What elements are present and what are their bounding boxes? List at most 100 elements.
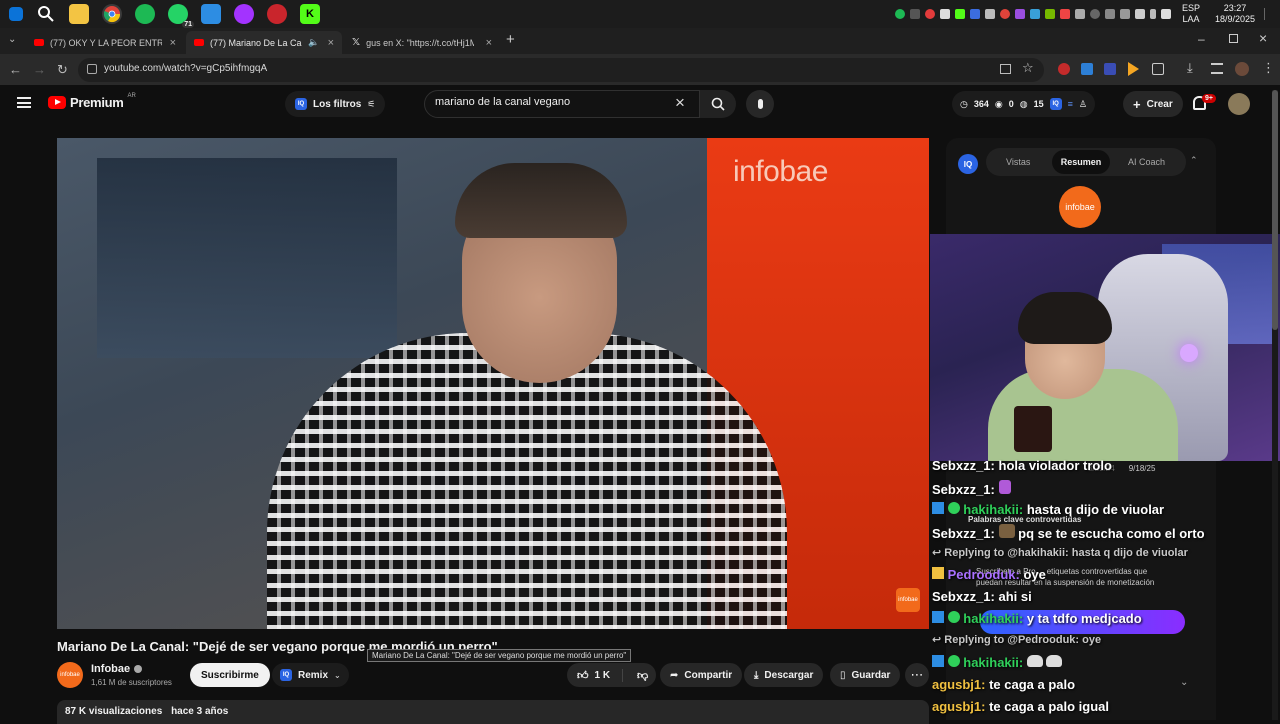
chat-username: hakihakii: xyxy=(963,655,1024,670)
chat-tray-icon[interactable] xyxy=(969,9,980,19)
spotify-icon[interactable] xyxy=(135,4,155,24)
video-player[interactable]: infobae infobae xyxy=(57,138,929,629)
page-scrollbar[interactable] xyxy=(1272,90,1278,720)
new-tab-button[interactable]: + xyxy=(506,31,515,48)
subscribe-button[interactable]: Suscribirme xyxy=(190,663,270,687)
notification-icon[interactable] xyxy=(1264,8,1272,20)
panel-tab-vistas[interactable]: Vistas xyxy=(1006,157,1030,167)
lang-primary: ESP xyxy=(1181,3,1200,13)
search-button[interactable] xyxy=(700,90,736,118)
search-input[interactable] xyxy=(435,96,665,108)
panel-tab-label: Resumen xyxy=(1060,157,1102,167)
search-icon[interactable] xyxy=(36,4,56,24)
nvidia-tray-icon[interactable] xyxy=(1044,9,1055,19)
clock[interactable]: 23:27 18/9/2025 xyxy=(1215,3,1255,25)
profile-avatar[interactable] xyxy=(1235,62,1249,76)
alert-tray-icon[interactable] xyxy=(1059,9,1070,19)
monitor-tray-icon[interactable] xyxy=(1119,9,1130,19)
close-tab-icon[interactable]: × xyxy=(328,37,334,49)
install-app-icon[interactable] xyxy=(1000,64,1011,74)
vidiq-stats[interactable]: ◷ 364 ◉ 0 ◍ 15 IQ ≡ ♙ xyxy=(952,91,1095,117)
account-avatar[interactable] xyxy=(1228,93,1250,115)
extension-adblock-icon[interactable] xyxy=(1058,63,1070,75)
audio-playing-icon[interactable]: 🔈 xyxy=(308,37,319,48)
channel-name-row[interactable]: Infobae xyxy=(91,663,143,675)
youtube-favicon-icon xyxy=(34,39,44,46)
tab-oky[interactable]: (77) OKY Y LA PEOR ENTREVISTA × xyxy=(26,31,184,54)
steam-tray-icon[interactable] xyxy=(1089,9,1100,19)
extension-play-icon[interactable] xyxy=(1128,62,1139,76)
tab-x-gus[interactable]: 𝕏 gus en X: "https://t.co/tHj1MdT × xyxy=(344,31,500,54)
display-tray-icon[interactable] xyxy=(984,9,995,19)
chrome-tray-icon[interactable] xyxy=(999,9,1010,19)
youtube-premium-logo[interactable]: Premium AR xyxy=(48,93,136,110)
language-indicator[interactable]: ESP LAA xyxy=(1182,3,1200,25)
minimize-button[interactable]: – xyxy=(1198,32,1205,46)
reading-list-icon[interactable] xyxy=(1211,63,1223,74)
panel-tab-resumen[interactable]: Resumen xyxy=(1052,150,1110,174)
site-info-icon[interactable] xyxy=(87,64,97,74)
extensions-puzzle-icon[interactable] xyxy=(1152,63,1164,75)
panel-tab-ai-coach[interactable]: AI Coach xyxy=(1128,157,1165,167)
collapse-panel-icon[interactable]: ⌃ xyxy=(1190,155,1198,166)
reload-button[interactable]: ↻ xyxy=(57,62,68,78)
photos-icon[interactable] xyxy=(201,4,221,24)
tab-mariano[interactable]: (77) Mariano De La Canal: "D 🔈 × xyxy=(186,31,342,54)
badge-icon xyxy=(932,611,944,623)
vidiq-remix-button[interactable]: IQ Remix ⌄ xyxy=(272,663,349,687)
clear-search-icon[interactable]: × xyxy=(675,93,685,113)
download-icon[interactable]: ⤓ xyxy=(1187,60,1193,76)
pen-tray-icon[interactable] xyxy=(1014,9,1025,19)
save-button[interactable]: ▯ Guardar xyxy=(830,663,901,687)
channel-name[interactable]: Infobae xyxy=(91,663,130,675)
maximize-button[interactable] xyxy=(1229,34,1238,43)
mic-tray-icon[interactable] xyxy=(1149,9,1156,19)
whatsapp-icon[interactable]: 71 xyxy=(168,4,194,28)
shield-tray-icon[interactable] xyxy=(1029,9,1040,19)
chat-username: Sebxzz_1: xyxy=(932,458,995,473)
file-explorer-icon[interactable] xyxy=(69,4,89,24)
tools-icon[interactable] xyxy=(267,4,287,24)
bluetooth-tray-icon[interactable] xyxy=(1074,9,1085,19)
vidiq-filters-button[interactable]: IQ Los filtros ⚟ xyxy=(285,91,386,117)
camera-tray-icon[interactable] xyxy=(939,9,950,19)
chat-overlay: Sebxzz_1: hola violador trolo Sebxzz_1: … xyxy=(930,455,1280,720)
record-tray-icon[interactable] xyxy=(909,9,920,19)
kick-icon[interactable]: K xyxy=(300,4,320,24)
url-text[interactable]: youtube.com/watch?v=gCp5ihfmgqA xyxy=(104,63,267,74)
spotify-tray-icon[interactable] xyxy=(894,9,905,19)
volume-tray-icon[interactable] xyxy=(1160,9,1171,19)
forward-button[interactable]: → xyxy=(33,62,46,77)
create-button[interactable]: + Crear xyxy=(1123,91,1183,117)
reply-text: Replying to @hakihakii: hasta q dijo de … xyxy=(944,547,1188,559)
channel-avatar[interactable]: infobae xyxy=(57,662,83,688)
tab-list-button[interactable]: ⌄ xyxy=(8,34,16,45)
close-tab-icon[interactable]: × xyxy=(170,37,176,49)
chrome-icon[interactable] xyxy=(102,4,122,24)
chevron-down-icon: ⌄ xyxy=(334,670,341,680)
share-button[interactable]: ➦ Compartir xyxy=(660,663,743,687)
dislike-button[interactable]: 👎︎ xyxy=(629,669,648,682)
hamburger-menu-icon[interactable] xyxy=(17,97,31,108)
omnibox[interactable]: youtube.com/watch?v=gCp5ihfmgqA ☆ xyxy=(78,58,1044,82)
download-button[interactable]: ⤓ Descargar xyxy=(744,663,824,687)
close-tab-icon[interactable]: × xyxy=(486,37,492,49)
stop-tray-icon[interactable] xyxy=(924,9,935,19)
vidiq-icon: IQ xyxy=(280,669,292,681)
more-actions-button[interactable]: ⋯ xyxy=(905,663,929,687)
messenger-icon[interactable] xyxy=(234,4,254,24)
verified-check-icon xyxy=(134,665,143,673)
browser-menu-icon[interactable]: ⋮ xyxy=(1262,60,1275,76)
scrollbar-thumb[interactable] xyxy=(1272,90,1278,330)
usb-tray-icon[interactable] xyxy=(1104,9,1115,19)
back-button[interactable]: ← xyxy=(9,62,22,77)
bookmark-star-icon[interactable]: ☆ xyxy=(1022,60,1034,76)
network-tray-icon[interactable] xyxy=(1134,9,1145,19)
extension-translate-icon[interactable] xyxy=(1081,63,1093,75)
extension-wave-icon[interactable] xyxy=(1104,63,1116,75)
windows-start-icon[interactable] xyxy=(9,7,23,21)
voice-search-button[interactable] xyxy=(746,90,774,118)
kick-tray-icon[interactable] xyxy=(954,9,965,19)
like-button[interactable]: 👍︎ 1 K xyxy=(567,668,623,682)
close-window-button[interactable]: × xyxy=(1259,30,1267,46)
